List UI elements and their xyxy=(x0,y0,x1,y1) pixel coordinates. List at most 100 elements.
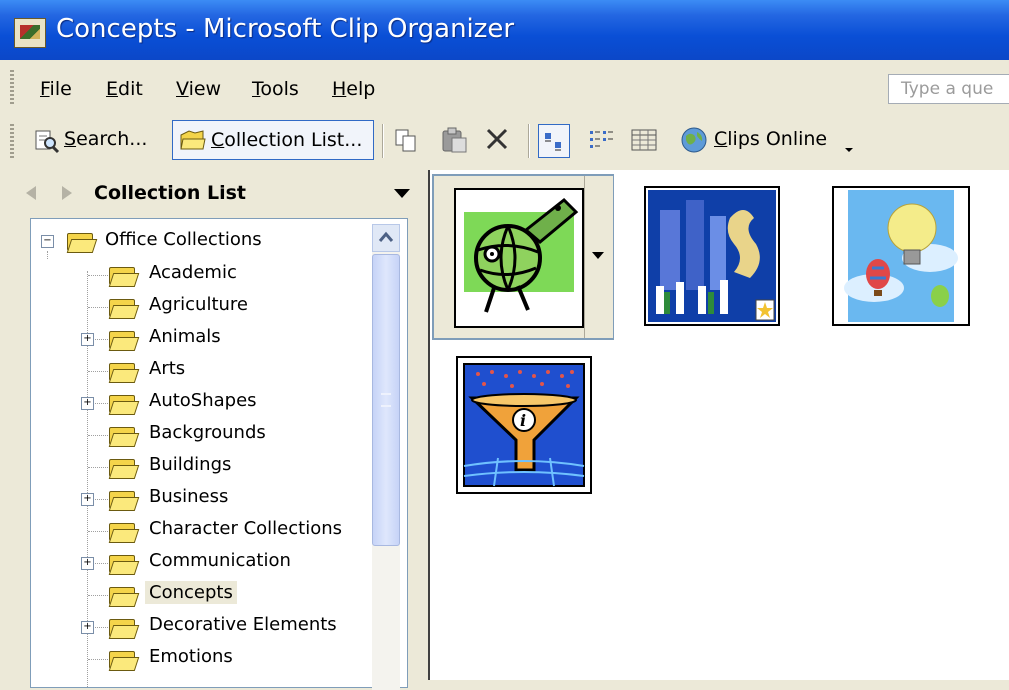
details-view-icon[interactable] xyxy=(630,128,658,152)
folder-icon xyxy=(107,423,140,447)
tree-node-label: Agriculture xyxy=(149,294,248,315)
menu-edit[interactable]: Edit xyxy=(106,78,143,100)
standard-toolbar: Search... Collection List... Clips Onlin… xyxy=(0,114,1009,170)
menu-grip[interactable] xyxy=(10,70,14,104)
scroll-up-button[interactable] xyxy=(372,224,400,252)
menu-view-label: iew xyxy=(188,78,222,100)
tree-node-label: Backgrounds xyxy=(149,422,266,443)
search-icon xyxy=(35,130,60,154)
clip-menu-button[interactable] xyxy=(584,176,613,338)
menu-help-label: elp xyxy=(346,78,376,100)
menu-view[interactable]: View xyxy=(176,78,221,100)
tree-node-character-collections[interactable]: Character Collections xyxy=(31,515,371,547)
toolbar-options-chevron-icon[interactable] xyxy=(842,140,856,154)
copy-icon[interactable] xyxy=(394,128,420,154)
toolbar-separator xyxy=(382,124,384,158)
collection-list-accel: C xyxy=(211,129,225,151)
window-title: Concepts - Microsoft Clip Organizer xyxy=(56,14,515,44)
tree-node-animals[interactable]: + Animals xyxy=(31,323,371,355)
folder-icon xyxy=(107,487,140,511)
information-funnel-clip-image: i xyxy=(463,363,585,487)
folder-icon xyxy=(107,519,140,543)
clips-online-accel: C xyxy=(714,128,728,150)
menu-file-label: ile xyxy=(49,78,72,100)
tree-node-arts[interactable]: Arts xyxy=(31,355,371,387)
folder-icon xyxy=(107,359,140,383)
tree-vertical-scrollbar[interactable] xyxy=(372,224,400,690)
task-pane-title: Collection List xyxy=(94,182,246,204)
tree-node-label: Character Collections xyxy=(149,518,342,539)
tree-node-decorative-elements[interactable]: + Decorative Elements xyxy=(31,611,371,643)
tree-node-office-collections[interactable]: − Office Collections xyxy=(31,227,361,259)
title-bar[interactable]: Concepts - Microsoft Clip Organizer xyxy=(0,0,1009,60)
clips-online-button[interactable]: Clips Online xyxy=(676,120,856,160)
tree-node-concepts[interactable]: Concepts xyxy=(31,579,371,611)
svg-text:i: i xyxy=(520,411,526,430)
search-button[interactable]: Search... xyxy=(30,120,166,160)
expand-icon[interactable]: + xyxy=(81,333,94,346)
lightbulb-balloon-clip[interactable] xyxy=(832,186,970,326)
thumbnails-view-button[interactable] xyxy=(538,124,570,158)
selected-clip-frame[interactable] xyxy=(432,174,614,340)
tree-node-label: Arts xyxy=(149,358,186,379)
clip-organizer-app-icon[interactable] xyxy=(14,18,46,48)
delete-icon[interactable] xyxy=(484,126,512,154)
business-people-clip[interactable] xyxy=(644,186,780,326)
folder-icon xyxy=(180,130,206,150)
ask-question-input[interactable]: Type a que xyxy=(888,74,1009,104)
collection-list-label: ollection List... xyxy=(224,129,363,151)
tree-node-buildings[interactable]: Buildings xyxy=(31,451,371,483)
expand-icon[interactable]: + xyxy=(81,397,94,410)
folder-icon xyxy=(107,391,140,415)
menu-tools[interactable]: Tools xyxy=(252,78,299,100)
expand-icon[interactable]: + xyxy=(81,621,94,634)
toolbar-grip[interactable] xyxy=(10,124,14,160)
tree-node-autoshapes[interactable]: + AutoShapes xyxy=(31,387,371,419)
collection-list-button[interactable]: Collection List... xyxy=(172,120,374,160)
task-pane-header: Collection List xyxy=(0,170,422,214)
information-funnel-clip[interactable]: i xyxy=(456,356,592,494)
menu-help-accel: H xyxy=(332,78,347,100)
task-pane-menu-chevron-icon[interactable] xyxy=(392,186,412,200)
menu-bar: File Edit View Tools Help Type a que xyxy=(0,60,1009,115)
clip-gallery: i xyxy=(428,170,1009,680)
scroll-up-arrow-icon xyxy=(378,231,394,242)
search-accel: S xyxy=(64,128,77,150)
folder-icon xyxy=(107,263,140,287)
list-view-icon[interactable] xyxy=(588,128,616,152)
tree-node-emotions[interactable]: Emotions xyxy=(31,643,371,675)
globe-rocket-clip-image xyxy=(464,197,579,313)
globe-rocket-clip[interactable] xyxy=(454,188,584,328)
menu-file-accel: F xyxy=(40,78,50,100)
scroll-thumb[interactable] xyxy=(372,254,400,546)
collapse-icon[interactable]: − xyxy=(41,235,54,248)
tree-node-communication[interactable]: + Communication xyxy=(31,547,371,579)
folder-icon xyxy=(107,455,140,479)
collection-tree[interactable]: − Office Collections Academic Agriculture… xyxy=(30,218,408,688)
tree-node-label: Business xyxy=(149,486,229,507)
menu-file[interactable]: File xyxy=(40,78,72,100)
folder-icon xyxy=(107,647,140,671)
folder-icon xyxy=(107,327,140,351)
tree-node-label: Emotions xyxy=(149,646,233,667)
folder-icon xyxy=(65,229,98,253)
globe-icon xyxy=(681,127,707,153)
toolbar-separator xyxy=(528,124,530,158)
tree-node-label: Office Collections xyxy=(105,229,262,250)
expand-icon[interactable]: + xyxy=(81,557,94,570)
tree-node-backgrounds[interactable]: Backgrounds xyxy=(31,419,371,451)
back-arrow-icon[interactable] xyxy=(24,184,44,202)
folder-icon xyxy=(107,583,140,607)
paste-icon[interactable] xyxy=(440,126,470,154)
menu-help[interactable]: Help xyxy=(332,78,375,100)
thumbnails-icon xyxy=(545,133,561,151)
forward-arrow-icon[interactable] xyxy=(56,184,76,202)
tree-node-agriculture[interactable]: Agriculture xyxy=(31,291,371,323)
tree-node-academic[interactable]: Academic xyxy=(31,259,371,291)
folder-icon xyxy=(107,295,140,319)
tree-node-business[interactable]: + Business xyxy=(31,483,371,515)
expand-icon[interactable]: + xyxy=(81,493,94,506)
business-people-clip-image xyxy=(648,190,776,322)
tree-node-label: Buildings xyxy=(149,454,232,475)
clips-online-label: lips Online xyxy=(727,128,828,150)
